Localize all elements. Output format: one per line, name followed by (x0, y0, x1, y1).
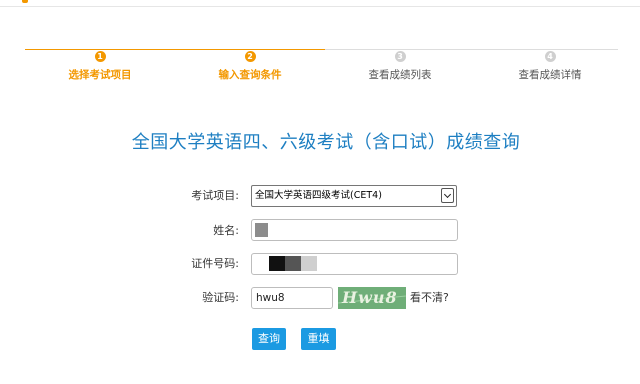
refresh-captcha-link[interactable]: 看不清? (410, 287, 449, 309)
reset-button[interactable]: 重填 (301, 328, 336, 350)
step-number-4: 4 (544, 51, 556, 62)
step-label-4: 查看成绩详情 (518, 69, 582, 81)
id-number-input[interactable] (251, 253, 458, 275)
step-number-2: 2 (244, 51, 256, 62)
step-score-detail: 4 查看成绩详情 (475, 44, 625, 82)
exam-select-value: 全国大学英语四级考试(CET4) (255, 190, 382, 201)
query-button[interactable]: 查询 (252, 328, 286, 350)
captcha-input-value: hwu8 (256, 292, 285, 304)
step-input-conditions: 2 输入查询条件 (175, 44, 325, 82)
name-input[interactable] (251, 219, 458, 241)
step-label-3: 查看成绩列表 (368, 69, 432, 81)
step-number-1: 1 (94, 51, 106, 62)
exam-select[interactable]: 全国大学英语四级考试(CET4) (251, 185, 457, 207)
step-score-list: 3 查看成绩列表 (325, 44, 475, 82)
name-label: 姓名: (213, 224, 239, 237)
redacted-id-part-3 (301, 256, 317, 271)
captcha-image[interactable]: Hwu8 (338, 287, 406, 309)
progress-steps: 1 选择考试项目 2 输入查询条件 3 查看成绩列表 4 查看成绩详情 (0, 0, 640, 90)
step-label-1: 选择考试项目 (68, 69, 132, 81)
step-select-exam: 1 选择考试项目 (25, 44, 175, 82)
step-label-2: 输入查询条件 (218, 69, 282, 81)
id-label: 证件号码: (191, 257, 239, 270)
redacted-name (255, 223, 268, 237)
redacted-id-part-1 (269, 256, 285, 271)
captcha-label: 验证码: (202, 291, 239, 304)
chevron-down-icon[interactable] (441, 188, 454, 203)
page-title: 全国大学英语四、六级考试（含口试）成绩查询 (131, 132, 521, 153)
redacted-id-part-2 (285, 256, 301, 271)
step-number-3: 3 (394, 51, 406, 62)
exam-label: 考试项目: (191, 189, 239, 202)
captcha-input[interactable]: hwu8 (251, 287, 333, 309)
captcha-image-text: Hwu8 (342, 288, 398, 307)
